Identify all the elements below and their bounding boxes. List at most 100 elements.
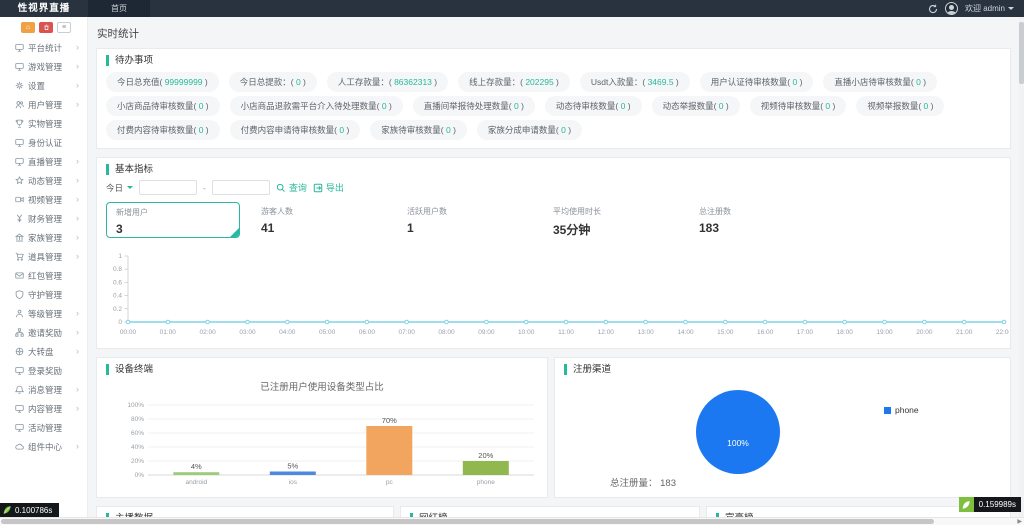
search-button[interactable]: 查询 — [276, 181, 307, 194]
sidebar-item-用户管理[interactable]: 用户管理 › — [0, 95, 87, 114]
search-label: 查询 — [288, 183, 307, 193]
welcome-menu[interactable]: 欢迎 admin — [965, 3, 1014, 14]
svg-text:00:00: 00:00 — [120, 329, 137, 336]
monitor-icon — [15, 62, 28, 71]
tab-list-button[interactable]: ≡ — [57, 22, 71, 33]
wheel-icon — [15, 347, 28, 356]
sidebar-item-道具管理[interactable]: 道具管理 › — [0, 247, 87, 266]
vertical-scrollbar[interactable] — [1019, 17, 1024, 517]
svg-text:ios: ios — [289, 479, 298, 486]
debug-time-right[interactable]: 0.159989s — [958, 497, 1021, 512]
svg-text:0.8: 0.8 — [113, 266, 122, 273]
sidebar-item-设置[interactable]: 设置 › — [0, 76, 87, 95]
sidebar-item-视频管理[interactable]: 视频管理 › — [0, 190, 87, 209]
svg-text:04:00: 04:00 — [279, 329, 296, 336]
todo-pill: 今日总提款：( 0 ) — [228, 72, 317, 92]
todo-panel-title: 待办事项 — [106, 55, 1001, 66]
svg-text:21:00: 21:00 — [956, 329, 973, 336]
svg-text:1: 1 — [118, 253, 122, 260]
todo-pill: 今日总充值( 99999999 ) — [106, 72, 219, 92]
sidebar-item-守护管理[interactable]: 守护管理 — [0, 285, 87, 304]
legend-item-phone[interactable]: phone — [884, 405, 919, 415]
pie-legend[interactable]: phone — [884, 405, 919, 415]
chevron-down-icon — [127, 186, 134, 192]
close-all-button[interactable] — [39, 22, 53, 33]
refresh-icon[interactable] — [928, 4, 938, 14]
thinkphp-leaf-icon — [2, 505, 12, 515]
sidebar-item-大转盘[interactable]: 大转盘 › — [0, 342, 87, 361]
start-date-input[interactable] — [139, 180, 198, 195]
page-title: 实时统计 — [97, 28, 139, 40]
sidebar-item-登录奖励[interactable]: 登录奖励 — [0, 361, 87, 380]
svg-text:22:00: 22:00 — [996, 329, 1009, 336]
todo-panel: 待办事项 今日总充值( 99999999 ) 今日总提款：( 0 ) 人工存款量：(… — [96, 48, 1011, 149]
todo-pill: 付费内容待审核数量( 0 ) — [106, 120, 220, 140]
sidebar-item-家族管理[interactable]: 家族管理 › — [0, 228, 87, 247]
horizontal-scrollbar[interactable]: ▶ — [0, 517, 1024, 525]
bank-icon — [15, 233, 28, 242]
legend-label: phone — [895, 405, 919, 415]
svg-text:android: android — [185, 479, 207, 486]
sidebar-item-label: 平台统计 — [28, 42, 63, 53]
sidebar-item-label: 等级管理 — [28, 308, 63, 319]
sidebar-item-label: 视频管理 — [28, 194, 63, 205]
sidebar-item-实物管理[interactable]: 实物管理 — [0, 114, 87, 133]
user-avatar[interactable] — [944, 2, 958, 15]
svg-text:09:00: 09:00 — [478, 329, 495, 336]
svg-text:0%: 0% — [135, 472, 145, 479]
gear-icon — [15, 81, 28, 90]
todo-pill: 线上存款量：( 202295 ) — [458, 72, 570, 92]
device-bar-chart: 100% 80% 60% 40% 20% 0% 4% android 5% ios 70% pc 20%… — [106, 395, 538, 491]
sidebar-item-平台统计[interactable]: 平台统计 › — [0, 38, 87, 57]
sidebar-item-内容管理[interactable]: 内容管理 › — [0, 399, 87, 418]
svg-text:03:00: 03:00 — [239, 329, 256, 336]
debug-time-left[interactable]: 0.100786s — [0, 503, 60, 517]
main-content: 实时统计 待办事项 今日总充值( 99999999 ) 今日总提款：( 0 ) 人工… — [88, 17, 1019, 517]
chevron-right-icon: › — [76, 251, 79, 261]
svg-text:18:00: 18:00 — [837, 329, 854, 336]
influencer-panel: 网红榜 文子 — [400, 506, 700, 517]
chevron-right-icon: › — [76, 213, 79, 223]
scrollbar-thumb[interactable] — [1, 519, 934, 524]
sidebar-item-直播管理[interactable]: 直播管理 › — [0, 152, 87, 171]
stat-card-活跃用户数[interactable]: 活跃用户数 1 — [398, 202, 544, 239]
sidebar-item-身份认证[interactable]: 身份认证 — [0, 133, 87, 152]
chevron-right-icon: › — [76, 175, 79, 185]
stat-card-游客人数[interactable]: 游客人数 41 — [252, 202, 398, 239]
sidebar-item-红包管理[interactable]: 红包管理 — [0, 266, 87, 285]
export-button[interactable]: 导出 — [313, 181, 344, 194]
todo-pill: 视频待审核数量( 0 ) — [749, 96, 847, 116]
cart-icon — [15, 252, 28, 261]
sitemap-icon — [15, 328, 28, 337]
sidebar-item-label: 活动管理 — [28, 422, 63, 433]
svg-text:phone: phone — [477, 479, 495, 486]
svg-text:70%: 70% — [382, 416, 397, 425]
sidebar-menu: 平台统计 › 游戏管理 › 设置 › 用户管理 › 实物管理 身份认证 直播管理 › 动态管理 › 视频管理… — [0, 38, 87, 456]
stat-card-总注册数[interactable]: 总注册数 183 — [690, 202, 836, 239]
sidebar-item-等级管理[interactable]: 等级管理 › — [0, 304, 87, 323]
sidebar-item-组件中心[interactable]: 组件中心 › — [0, 437, 87, 456]
stat-card-新增用户[interactable]: 新增用户 3 — [106, 202, 240, 238]
sidebar-item-label: 设置 — [28, 80, 46, 91]
sidebar-item-label: 大转盘 — [28, 346, 54, 357]
chevron-right-icon: › — [76, 61, 79, 71]
home-button[interactable]: ⌂ — [21, 22, 35, 33]
todo-pill: Usdt入款量：( 3469.5 ) — [579, 72, 690, 92]
scroll-right-arrow-icon[interactable]: ▶ — [1017, 519, 1022, 525]
sidebar-item-动态管理[interactable]: 动态管理 › — [0, 171, 87, 190]
sidebar-item-游戏管理[interactable]: 游戏管理 › — [0, 57, 87, 76]
date-preset-select[interactable]: 今日 — [106, 182, 134, 194]
chevron-right-icon: › — [76, 308, 79, 318]
chevron-right-icon: › — [76, 384, 79, 394]
sidebar-item-邀请奖励[interactable]: 邀请奖励 › — [0, 323, 87, 342]
sidebar-item-消息管理[interactable]: 消息管理 › — [0, 380, 87, 399]
stat-card-平均使用时长[interactable]: 平均使用时长 35分钟 — [544, 202, 690, 242]
sidebar-item-label: 用户管理 — [28, 99, 63, 110]
tab-home[interactable]: 首页 — [88, 0, 150, 17]
sidebar-item-财务管理[interactable]: 财务管理 › — [0, 209, 87, 228]
end-date-input[interactable] — [211, 180, 270, 195]
debug-time-value: 0.159989s — [973, 497, 1021, 512]
todo-pill: 动态举报数量( 0 ) — [651, 96, 740, 116]
sidebar-item-活动管理[interactable]: 活动管理 — [0, 418, 87, 437]
sidebar-item-label: 身份认证 — [28, 137, 63, 148]
